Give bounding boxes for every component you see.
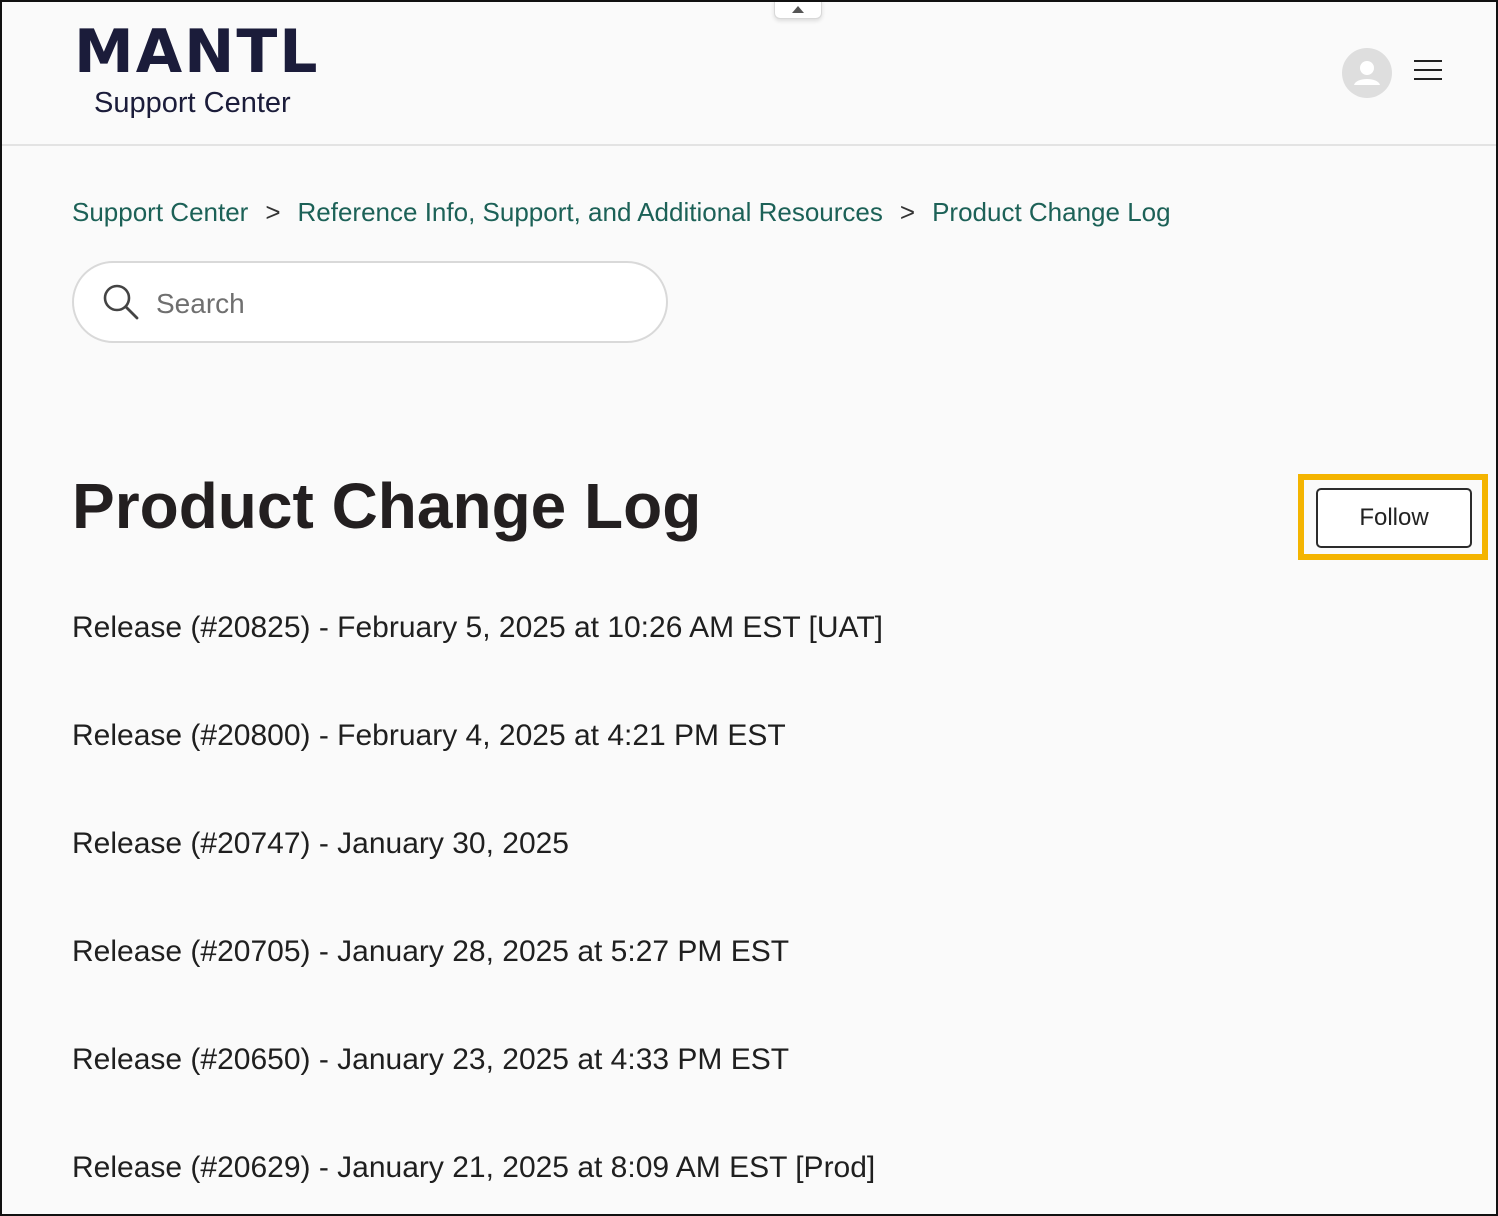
follow-button[interactable]: Follow [1316,488,1472,548]
page-frame: MANTL Support Center Support Center > Re… [0,0,1498,1216]
list-item: Release (#20629) - January 21, 2025 at 8… [72,1148,883,1214]
menu-line [1414,60,1442,62]
release-link[interactable]: Release (#20747) - January 30, 2025 [72,827,569,860]
breadcrumb-product-change-log[interactable]: Product Change Log [932,194,1171,230]
search-box [72,261,668,343]
release-link[interactable]: Release (#20650) - January 23, 2025 at 4… [72,1043,789,1076]
logo-wordmark: MANTL [74,17,320,87]
menu-line [1414,69,1442,71]
list-item: Release (#20705) - January 28, 2025 at 5… [72,932,883,1040]
user-avatar-icon[interactable] [1342,48,1392,98]
search-icon [103,284,139,320]
page-title: Product Change Log [72,470,702,542]
menu-line [1414,78,1442,80]
list-item: Release (#20800) - February 4, 2025 at 4… [72,716,883,824]
breadcrumb-reference-info[interactable]: Reference Info, Support, and Additional … [298,194,883,230]
release-list: Release (#20825) - February 5, 2025 at 1… [72,608,883,1214]
release-link[interactable]: Release (#20825) - February 5, 2025 at 1… [72,611,883,644]
site-header: MANTL Support Center [2,2,1496,146]
search-input[interactable] [154,281,638,327]
breadcrumb-separator: > [265,197,281,227]
list-item: Release (#20747) - January 30, 2025 [72,824,883,932]
breadcrumb: Support Center > Reference Info, Support… [72,194,1171,230]
release-link[interactable]: Release (#20629) - January 21, 2025 at 8… [72,1151,875,1184]
release-link[interactable]: Release (#20705) - January 28, 2025 at 5… [72,935,789,968]
logo-subtitle: Support Center [94,87,291,119]
hamburger-menu-icon[interactable] [1414,60,1444,86]
list-item: Release (#20650) - January 23, 2025 at 4… [72,1040,883,1148]
logo[interactable]: MANTL Support Center [74,14,320,120]
list-item: Release (#20825) - February 5, 2025 at 1… [72,608,883,716]
breadcrumb-separator: > [899,197,916,227]
user-silhouette-icon [1354,61,1380,85]
release-link[interactable]: Release (#20800) - February 4, 2025 at 4… [72,719,786,752]
breadcrumb-support-center[interactable]: Support Center [72,194,248,230]
